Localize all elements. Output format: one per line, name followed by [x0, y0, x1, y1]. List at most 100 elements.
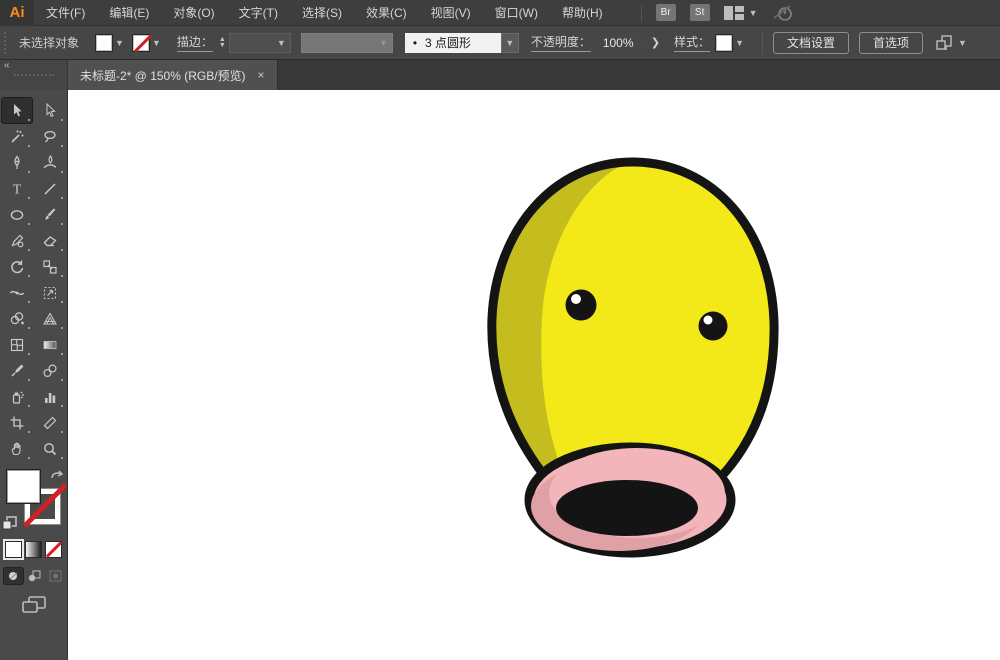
flyout-indicator	[61, 171, 63, 173]
pen-icon	[9, 155, 25, 171]
flyout-indicator	[61, 249, 63, 251]
tool-line-segment[interactable]	[35, 176, 65, 201]
tool-width[interactable]	[2, 280, 32, 305]
menu-item-6[interactable]: 视图(V)	[419, 0, 483, 26]
stroke-weight-label[interactable]: 描边：	[177, 33, 213, 52]
menu-item-1[interactable]: 编辑(E)	[97, 0, 161, 26]
tool-zoom[interactable]	[35, 436, 65, 461]
fill-indicator[interactable]	[6, 469, 41, 504]
variable-width-profile-value[interactable]: • 3 点圆形	[405, 33, 501, 53]
style-control[interactable]: ▼	[715, 34, 744, 52]
magic-wand-icon	[9, 129, 25, 145]
tool-artboard[interactable]	[2, 410, 32, 435]
tool-magic-wand[interactable]	[2, 124, 32, 149]
selection-status: 未选择对象	[19, 34, 79, 51]
none-button[interactable]	[45, 541, 62, 558]
tool-eyedropper[interactable]	[2, 358, 32, 383]
drawing-mode-buttons	[4, 568, 67, 584]
draw-normal-button[interactable]	[4, 568, 23, 584]
tool-ellipse[interactable]	[2, 202, 32, 227]
flyout-indicator	[61, 327, 63, 329]
stroke-swatch-none[interactable]	[132, 34, 150, 52]
tool-lasso[interactable]	[35, 124, 65, 149]
document-setup-button[interactable]: 文档设置	[773, 32, 849, 54]
draw-behind-button[interactable]	[25, 568, 44, 584]
tools-panel-header: «	[0, 60, 68, 90]
panel-drag-handle[interactable]	[14, 74, 54, 76]
bullet-icon: •	[413, 36, 417, 50]
tool-direct-selection[interactable]	[35, 98, 65, 123]
stock-button[interactable]: St	[690, 4, 710, 21]
left-eye-highlight	[571, 294, 581, 304]
tool-mesh[interactable]	[2, 332, 32, 357]
default-fill-stroke-icon[interactable]	[2, 516, 18, 531]
chevron-right-icon[interactable]: ❯	[651, 36, 660, 49]
tool-curvature[interactable]	[35, 150, 65, 175]
artwork-duck[interactable]	[68, 90, 1000, 660]
separator	[762, 32, 763, 54]
bridge-button[interactable]: Br	[656, 4, 676, 21]
fill-color-control[interactable]: ▼	[95, 34, 124, 52]
menu-item-5[interactable]: 效果(C)	[354, 0, 419, 26]
brush-definition-dropdown-disabled: ▼	[301, 33, 393, 53]
document-tab[interactable]: 未标题-2* @ 150% (RGB/预览) ×	[68, 60, 278, 90]
tool-column-graph[interactable]	[35, 384, 65, 409]
tool-hand[interactable]	[2, 436, 32, 461]
flyout-indicator	[28, 223, 30, 225]
control-panel-menu[interactable]: ▼	[935, 35, 967, 51]
tool-eraser[interactable]	[35, 228, 65, 253]
tool-shape-builder[interactable]	[2, 306, 32, 331]
tool-scale[interactable]	[35, 254, 65, 279]
draw-inside-button	[46, 568, 65, 584]
tool-rotate[interactable]	[2, 254, 32, 279]
tool-free-transform[interactable]	[35, 280, 65, 305]
tool-grid: T	[0, 98, 67, 461]
tool-pen[interactable]	[2, 150, 32, 175]
screen-mode-button[interactable]	[21, 596, 47, 614]
direct-selection-icon	[42, 103, 58, 119]
tool-symbol-sprayer[interactable]	[2, 384, 32, 409]
artboard-canvas[interactable]	[68, 90, 1000, 660]
hand-icon	[9, 441, 25, 457]
sync-disabled-icon[interactable]	[772, 4, 794, 22]
flyout-indicator	[61, 431, 63, 433]
flyout-indicator	[61, 197, 63, 199]
tool-type[interactable]: T	[2, 176, 32, 201]
flyout-indicator	[61, 353, 63, 355]
collapse-panel-button[interactable]: «	[4, 60, 10, 71]
tool-shaper[interactable]	[2, 228, 32, 253]
style-label[interactable]: 样式：	[674, 33, 710, 52]
close-tab-icon[interactable]: ×	[258, 68, 265, 82]
style-swatch[interactable]	[715, 34, 733, 52]
tool-paintbrush[interactable]	[35, 202, 65, 227]
preferences-button[interactable]: 首选项	[859, 32, 923, 54]
stroke-color-control[interactable]: ▼	[132, 34, 161, 52]
tab-row: « 未标题-2* @ 150% (RGB/预览) ×	[0, 60, 1000, 90]
opacity-label[interactable]: 不透明度：	[531, 33, 591, 52]
stroke-weight-dropdown[interactable]: ▼	[229, 33, 291, 53]
menu-item-2[interactable]: 对象(O)	[161, 0, 226, 26]
workspace-switcher[interactable]: ▼	[724, 6, 758, 20]
tool-slice[interactable]	[35, 410, 65, 435]
stroke-weight-stepper[interactable]: ▲▼	[219, 37, 226, 49]
menu-item-3[interactable]: 文字(T)	[227, 0, 290, 26]
flyout-indicator	[28, 301, 30, 303]
swap-fill-stroke-icon[interactable]	[50, 469, 64, 482]
brush-dropdown-button[interactable]: ▼	[501, 33, 519, 53]
curvature-icon	[42, 155, 58, 171]
menu-item-0[interactable]: 文件(F)	[34, 0, 97, 26]
tool-selection[interactable]	[2, 98, 32, 123]
flyout-indicator	[61, 379, 63, 381]
gradient-button[interactable]	[25, 541, 42, 558]
gradient-icon	[42, 337, 58, 353]
fill-swatch[interactable]	[95, 34, 113, 52]
tool-perspective-grid[interactable]	[35, 306, 65, 331]
menu-item-8[interactable]: 帮助(H)	[550, 0, 615, 26]
menu-item-7[interactable]: 窗口(W)	[483, 0, 550, 26]
document-tab-title: 未标题-2* @ 150% (RGB/预览)	[80, 67, 246, 84]
opacity-input[interactable]: 100%	[597, 33, 647, 53]
tool-blend[interactable]	[35, 358, 65, 383]
color-button[interactable]	[5, 541, 22, 558]
tool-gradient[interactable]	[35, 332, 65, 357]
menu-item-4[interactable]: 选择(S)	[290, 0, 354, 26]
